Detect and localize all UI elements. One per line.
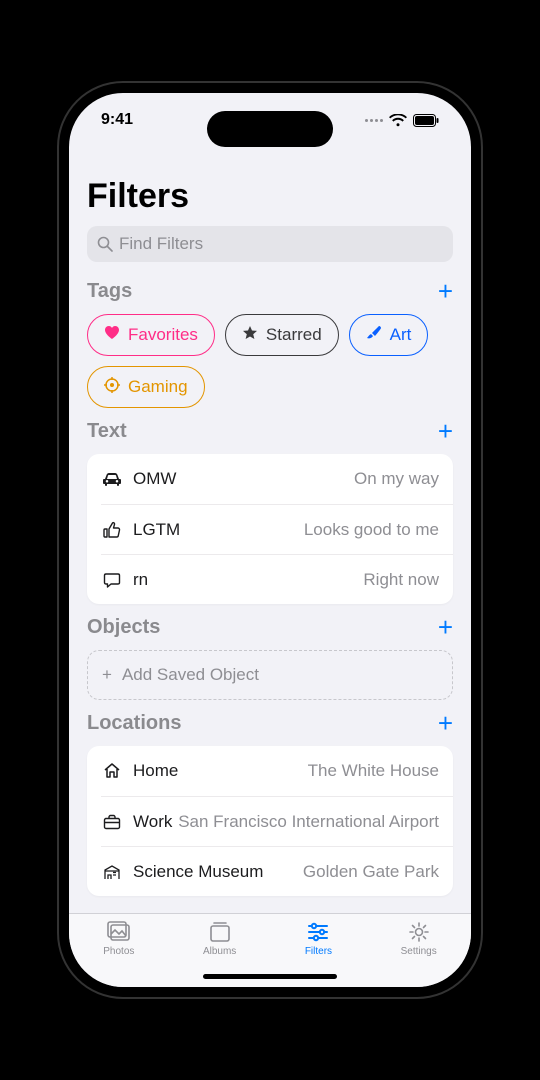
- section-title-locations: Locations: [87, 712, 181, 735]
- chip-label: Favorites: [128, 325, 198, 345]
- location-row[interactable]: Science Museum Golden Gate Park: [101, 846, 453, 896]
- tab-label: Filters: [305, 946, 332, 957]
- section-title-tags: Tags: [87, 280, 132, 303]
- tab-photos[interactable]: Photos: [103, 920, 134, 987]
- thumbs-up-icon: [101, 521, 123, 539]
- add-text-button[interactable]: +: [438, 418, 453, 444]
- tab-settings[interactable]: Settings: [401, 920, 437, 987]
- location-row[interactable]: Home The White House: [87, 746, 453, 796]
- status-right: [365, 114, 439, 127]
- section-title-text: Text: [87, 420, 127, 443]
- text-row[interactable]: LGTM Looks good to me: [101, 504, 453, 554]
- status-time: 9:41: [101, 111, 133, 129]
- location-row[interactable]: Work San Francisco International Airport: [101, 796, 453, 846]
- tab-label: Albums: [203, 946, 236, 957]
- text-key: rn: [133, 570, 148, 590]
- chip-art[interactable]: Art: [349, 314, 429, 356]
- page-title: Filters: [87, 177, 453, 216]
- text-row[interactable]: OMW On my way: [87, 454, 453, 504]
- chip-gaming[interactable]: Gaming: [87, 366, 205, 408]
- location-key: Science Museum: [133, 862, 263, 882]
- albums-icon: [207, 920, 233, 944]
- add-object-button[interactable]: +: [438, 614, 453, 640]
- house-icon: [101, 762, 123, 780]
- text-card: OMW On my way LGTM Looks good to me rn R…: [87, 454, 453, 604]
- section-title-objects: Objects: [87, 616, 160, 639]
- location-val: San Francisco International Airport: [178, 812, 439, 832]
- dynamic-island: [207, 111, 333, 147]
- location-val: Golden Gate Park: [303, 862, 439, 882]
- location-val: The White House: [308, 761, 439, 781]
- chip-favorites[interactable]: Favorites: [87, 314, 215, 356]
- chip-label: Gaming: [128, 377, 188, 397]
- tab-label: Photos: [103, 946, 134, 957]
- star-icon: [242, 325, 258, 346]
- building-icon: [101, 864, 123, 880]
- add-saved-object[interactable]: + Add Saved Object: [87, 650, 453, 700]
- battery-icon: [413, 114, 439, 127]
- text-val: Right now: [363, 570, 439, 590]
- location-key: Home: [133, 761, 178, 781]
- search-placeholder: Find Filters: [119, 234, 203, 254]
- add-object-label: Add Saved Object: [122, 665, 259, 685]
- text-val: On my way: [354, 469, 439, 489]
- home-indicator[interactable]: [203, 974, 337, 979]
- chip-label: Starred: [266, 325, 322, 345]
- add-location-button[interactable]: +: [438, 710, 453, 736]
- search-icon: [97, 236, 113, 252]
- locations-card: Home The White House Work San Francisco …: [87, 746, 453, 896]
- car-icon: [101, 472, 123, 486]
- plus-icon: +: [102, 665, 112, 685]
- briefcase-icon: [101, 814, 123, 830]
- text-val: Looks good to me: [304, 520, 439, 540]
- heart-icon: [104, 325, 120, 345]
- photos-icon: [106, 920, 132, 944]
- tab-label: Settings: [401, 946, 437, 957]
- text-row[interactable]: rn Right now: [101, 554, 453, 604]
- content-scroll[interactable]: Filters Find Filters Tags + Favorites St…: [69, 147, 471, 913]
- text-key: OMW: [133, 469, 176, 489]
- chip-starred[interactable]: Starred: [225, 314, 339, 356]
- filters-icon: [305, 920, 331, 944]
- chat-icon: [101, 571, 123, 589]
- brush-icon: [366, 325, 382, 346]
- wifi-icon: [389, 114, 407, 127]
- add-tag-button[interactable]: +: [438, 278, 453, 304]
- location-key: Work: [133, 812, 172, 832]
- settings-icon: [406, 920, 432, 944]
- cell-dots-icon: [365, 119, 383, 122]
- text-key: LGTM: [133, 520, 180, 540]
- search-input[interactable]: Find Filters: [87, 226, 453, 262]
- target-icon: [104, 377, 120, 398]
- chip-label: Art: [390, 325, 412, 345]
- phone-frame: 9:41 Filters Find Filters Tags + Favorit…: [69, 93, 471, 987]
